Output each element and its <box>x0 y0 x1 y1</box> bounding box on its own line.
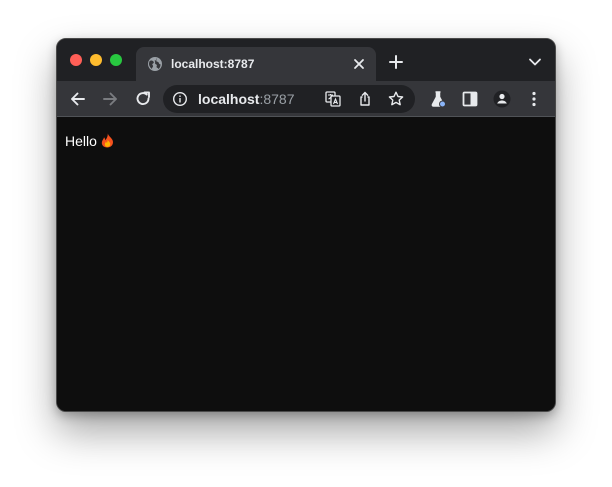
person-icon[interactable] <box>492 89 512 109</box>
kebab-menu-icon[interactable] <box>524 89 544 109</box>
tab-localhost[interactable]: localhost:8787 <box>136 47 376 81</box>
fire-icon <box>101 133 113 148</box>
star-icon[interactable] <box>387 90 405 108</box>
window-close-button[interactable] <box>70 54 82 66</box>
url-host: localhost <box>198 91 260 107</box>
arrow-right-icon[interactable] <box>100 89 120 109</box>
info-icon[interactable] <box>172 91 188 107</box>
address-url[interactable]: localhost:8787 <box>198 91 295 107</box>
new-tab-icon[interactable] <box>387 53 405 71</box>
hello-text: Hello <box>65 133 114 149</box>
address-bar[interactable]: localhost:8787 <box>163 85 415 113</box>
side-panel-icon[interactable] <box>460 89 480 109</box>
close-icon[interactable] <box>350 55 368 73</box>
page-content: Hello <box>57 117 555 411</box>
window-minimize-button[interactable] <box>90 54 102 66</box>
translate-icon[interactable] <box>324 90 342 108</box>
window-zoom-button[interactable] <box>110 54 122 66</box>
reload-icon[interactable] <box>133 89 153 109</box>
arrow-left-icon[interactable] <box>68 89 88 109</box>
hello-label: Hello <box>65 133 97 149</box>
url-port: :8787 <box>259 91 295 107</box>
globe-icon <box>148 57 162 71</box>
chevron-down-icon[interactable] <box>527 55 543 69</box>
tab-title: localhost:8787 <box>171 57 255 71</box>
tab-strip: localhost:8787 <box>57 39 555 81</box>
flask-icon[interactable] <box>428 89 448 109</box>
share-icon[interactable] <box>356 90 374 108</box>
browser-toolbar: localhost:8787 <box>57 81 555 117</box>
browser-window: localhost:8787 localhost:8787 Hello <box>56 38 556 412</box>
